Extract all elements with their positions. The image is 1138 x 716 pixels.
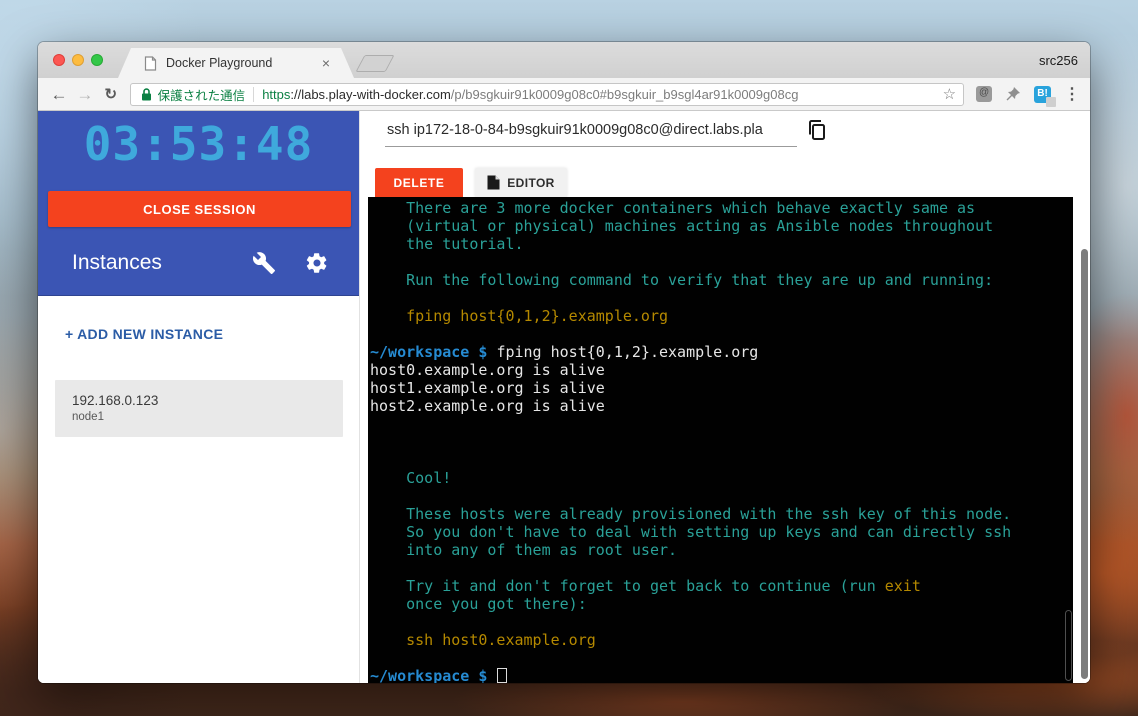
tab-docker-playground[interactable]: Docker Playground × xyxy=(118,48,354,78)
address-bar[interactable]: 保護された通信 https://labs.play-with-docker.co… xyxy=(129,82,965,106)
terminal-line: These hosts were already provisioned wit… xyxy=(370,505,1012,523)
terminal-cursor xyxy=(497,668,508,683)
tab-close-icon[interactable]: × xyxy=(320,56,332,70)
terminal-line: So you don't have to deal with setting u… xyxy=(370,523,1012,541)
terminal-line: There are 3 more docker containers which… xyxy=(370,199,976,217)
instances-title: Instances xyxy=(72,251,162,274)
instances-header: Instances xyxy=(72,251,329,275)
page-content: 03:53:48 CLOSE SESSION Instances + ADD N… xyxy=(38,111,1090,683)
session-panel: 03:53:48 CLOSE SESSION Instances xyxy=(38,111,359,296)
ssh-command-input[interactable] xyxy=(385,118,797,147)
tab-strip: Docker Playground × src256 xyxy=(38,42,1090,78)
extension-badge xyxy=(1046,96,1057,107)
reload-button[interactable]: ↻ xyxy=(98,87,124,102)
editor-label: EDITOR xyxy=(507,175,555,190)
terminal-line: (virtual or physical) machines acting as… xyxy=(370,217,994,235)
terminal-line: fping host{0,1,2}.example.org xyxy=(370,307,669,325)
terminal-output: There are 3 more docker containers which… xyxy=(370,199,1073,683)
add-new-instance-button[interactable]: + ADD NEW INSTANCE xyxy=(65,326,359,342)
terminal-line: Run the following command to verify that… xyxy=(370,271,994,289)
back-button[interactable]: ← xyxy=(46,86,72,103)
terminal-line: Cool! xyxy=(370,469,452,487)
new-tab-button[interactable] xyxy=(355,55,395,72)
sidebar: 03:53:48 CLOSE SESSION Instances + ADD N… xyxy=(38,111,360,683)
page-favicon-icon xyxy=(144,56,157,71)
terminal-scrollbar[interactable] xyxy=(1065,610,1072,681)
instance-list: + ADD NEW INSTANCE 192.168.0.123 node1 xyxy=(38,296,359,437)
extension-blue-icon[interactable]: B! xyxy=(1034,85,1057,107)
url-host: ://labs.play-with-docker.com xyxy=(290,86,451,102)
security-label: 保護された通信 xyxy=(157,88,246,103)
terminal-line: Try it and don't forget to get back to c… xyxy=(370,577,921,595)
page-scrollbar[interactable] xyxy=(1081,249,1088,679)
terminal-line: host2.example.org is alive xyxy=(370,397,605,415)
url-text: https://labs.play-with-docker.com/p/b9sg… xyxy=(262,87,936,102)
copy-icon[interactable] xyxy=(804,118,830,144)
editor-tab[interactable]: EDITOR xyxy=(475,168,567,197)
gear-icon[interactable] xyxy=(305,251,329,275)
zoom-window-button[interactable] xyxy=(91,54,103,66)
terminal-line: the tutorial. xyxy=(370,235,524,253)
close-window-button[interactable] xyxy=(53,54,65,66)
terminal-line: ~/workspace $ xyxy=(370,667,1073,683)
main-panel: DELETE EDITOR There are 3 more docker co… xyxy=(360,111,1090,683)
minimize-window-button[interactable] xyxy=(72,54,84,66)
extension-book-icon[interactable] xyxy=(976,86,993,102)
wrench-icon[interactable] xyxy=(252,251,276,275)
close-session-button[interactable]: CLOSE SESSION xyxy=(48,191,351,227)
terminal-line: ssh host0.example.org xyxy=(370,631,596,649)
extension-area: B! ⋮ xyxy=(976,84,1080,107)
terminal-line: host0.example.org is alive xyxy=(370,361,605,379)
url-separator xyxy=(253,86,255,102)
terminal-line: once you got there): xyxy=(370,595,587,613)
forward-button[interactable]: → xyxy=(72,86,98,103)
browser-toolbar: ← → ↻ 保護された通信 https://labs.play-with-doc… xyxy=(38,78,1090,111)
browser-window: Docker Playground × src256 ← → ↻ 保護された通信… xyxy=(38,42,1090,683)
url-path: /p/b9sgkuir91k0009g08c0#b9sgkuir_b9sgl4a… xyxy=(450,86,799,102)
terminal-line: ~/workspace $ fping host{0,1,2}.example.… xyxy=(370,343,759,361)
extension-pin-icon[interactable] xyxy=(1005,86,1021,102)
tab-title: Docker Playground xyxy=(166,56,273,70)
delete-button[interactable]: DELETE xyxy=(375,168,463,197)
instance-item-node1[interactable]: 192.168.0.123 node1 xyxy=(55,380,343,437)
terminal[interactable]: There are 3 more docker containers which… xyxy=(368,197,1073,683)
terminal-line: host1.example.org is alive xyxy=(370,379,605,397)
browser-menu-icon[interactable]: ⋮ xyxy=(1064,84,1080,104)
editor-file-icon xyxy=(487,175,500,190)
url-scheme: https xyxy=(262,86,291,102)
session-timer: 03:53:48 xyxy=(83,117,314,171)
secure-lock-icon xyxy=(141,87,151,100)
profile-label: src256 xyxy=(1038,53,1078,68)
terminal-line: into any of them as root user. xyxy=(370,541,678,559)
instance-name: node1 xyxy=(72,411,104,423)
bookmark-star-icon[interactable]: ☆ xyxy=(943,85,956,103)
instance-ip: 192.168.0.123 xyxy=(72,393,159,408)
